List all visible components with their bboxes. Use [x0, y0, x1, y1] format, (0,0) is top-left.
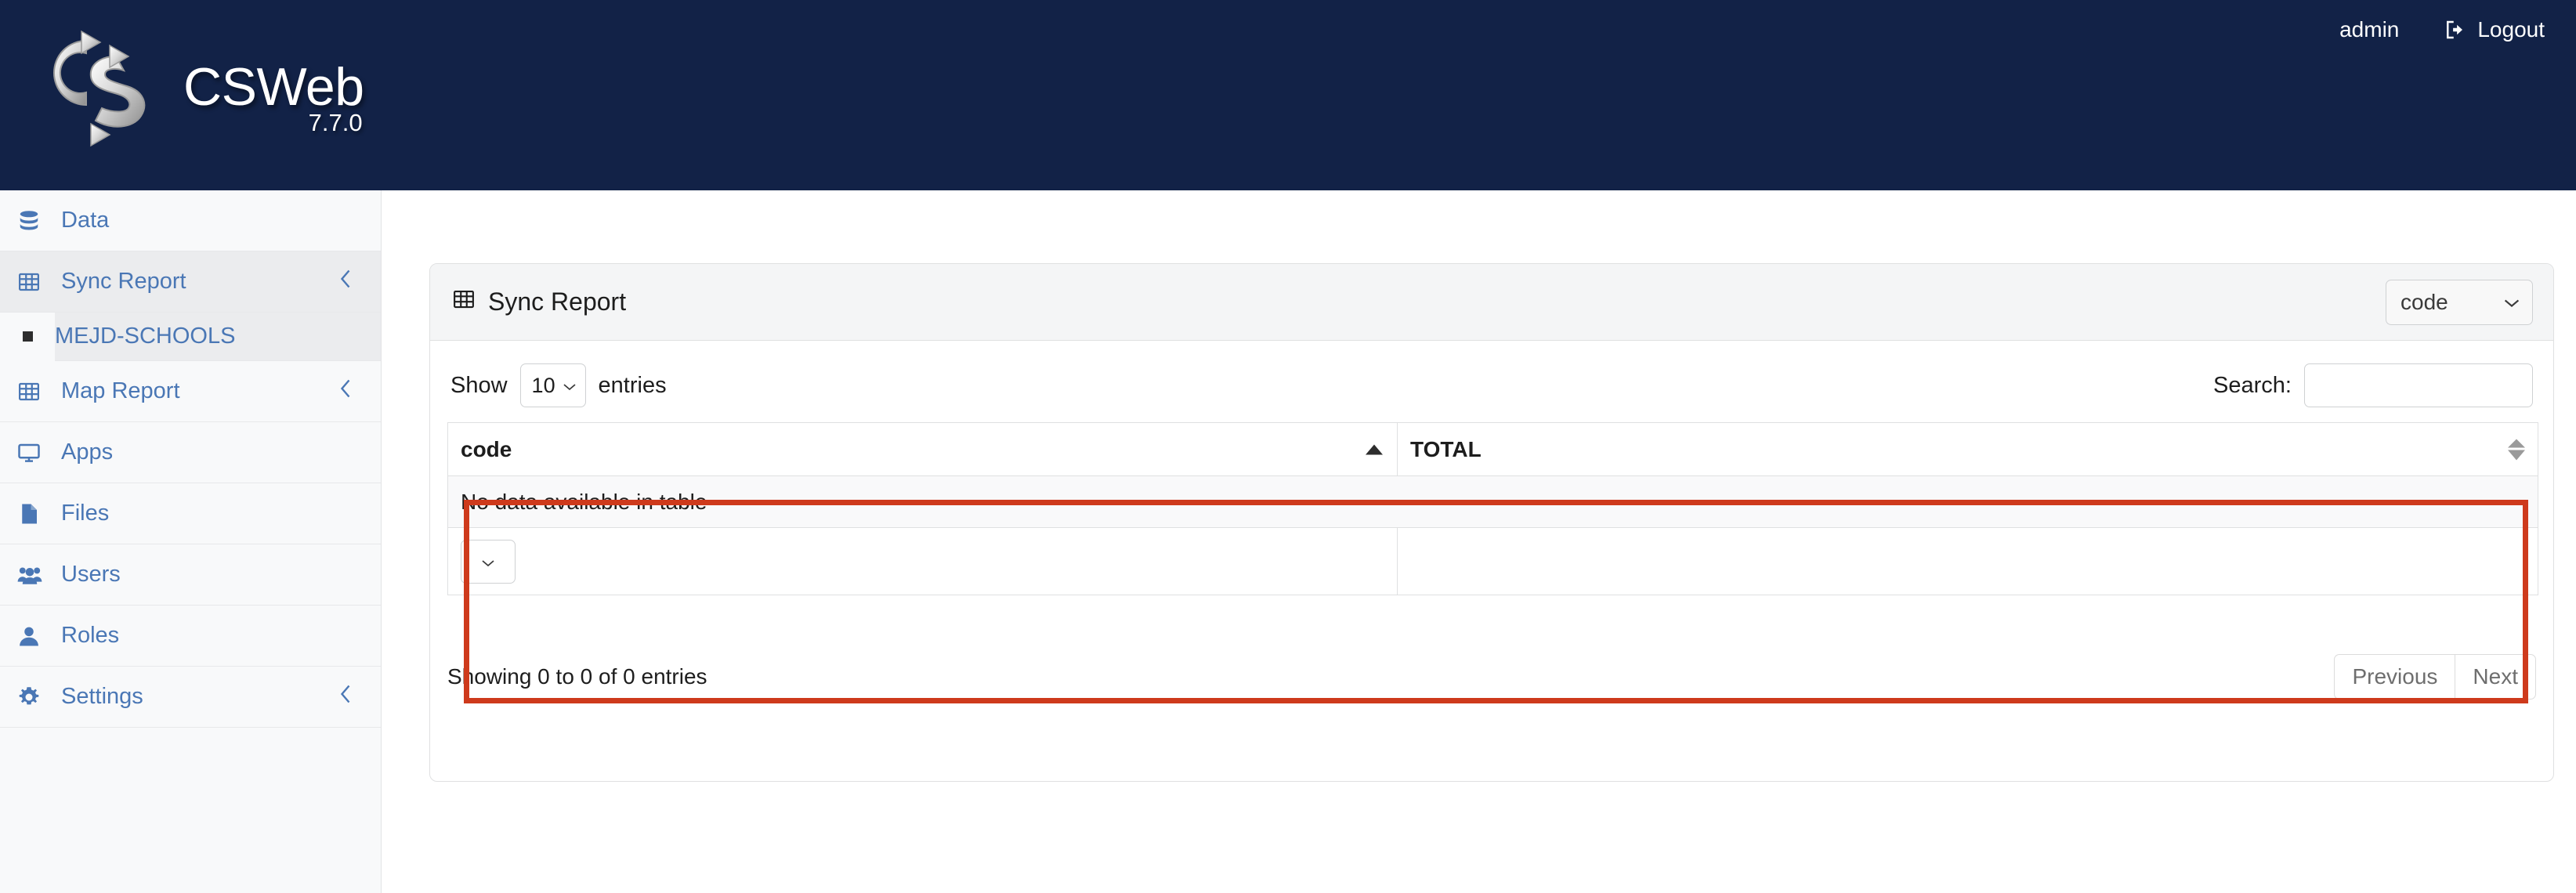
- length-control: Show 10 entries: [450, 363, 667, 407]
- sidebar-subitem-mejd-schools[interactable]: MEJD-SCHOOLS: [0, 312, 381, 361]
- table-empty-row: No data available in table: [447, 475, 2538, 528]
- sidebar-item-files[interactable]: Files: [0, 483, 381, 544]
- sidebar-item-label: Sync Report: [61, 269, 186, 294]
- footer-empty-cell: [1397, 527, 2538, 595]
- card-header: Sync Report code: [430, 264, 2553, 341]
- header-right-group: admin Logout: [2339, 17, 2545, 42]
- column-header-label: code: [461, 436, 512, 461]
- database-icon: [17, 209, 52, 233]
- sort-ascending-icon: [1366, 444, 1383, 454]
- sidebar-item-data[interactable]: Data: [0, 190, 381, 251]
- brand-name: CSWeb: [183, 57, 364, 117]
- chevron-down-icon: [562, 374, 577, 398]
- gear-icon: [17, 685, 52, 709]
- empty-message: No data available in table: [447, 475, 2538, 528]
- next-page-button[interactable]: Next: [2455, 654, 2536, 700]
- logout-button[interactable]: Logout: [2443, 17, 2545, 42]
- column-header-total[interactable]: TOTAL: [1397, 422, 2538, 476]
- brand-version: 7.7.0: [308, 109, 363, 136]
- sidebar-item-label: Roles: [61, 623, 120, 648]
- chevron-left-icon[interactable]: [337, 682, 354, 712]
- current-username: admin: [2339, 17, 2400, 42]
- length-label-before: Show: [450, 372, 508, 398]
- brand[interactable]: CSWeb 7.7.0: [14, 5, 364, 169]
- sidebar-subitem-label: MEJD-SCHOOLS: [55, 324, 236, 349]
- sidebar-item-users[interactable]: Users: [0, 544, 381, 606]
- length-label-after: entries: [598, 372, 667, 398]
- main-content: Sync Report code Show 10 entries Search:…: [382, 190, 2576, 893]
- table-icon: [17, 380, 52, 403]
- card-title-label: Sync Report: [488, 287, 627, 316]
- footer-column-select[interactable]: [461, 539, 516, 584]
- chevron-left-icon[interactable]: [337, 267, 354, 297]
- field-select[interactable]: code: [2386, 279, 2533, 325]
- sign-out-icon: [2443, 18, 2466, 42]
- sidebar: Data Sync Report MEJD-SCHOOLS Map Report…: [0, 190, 382, 893]
- previous-page-button[interactable]: Previous: [2334, 654, 2455, 700]
- sidebar-item-label: Map Report: [61, 378, 180, 403]
- table-header-row: code TOTAL: [447, 422, 2538, 476]
- app-header: CSWeb 7.7.0 admin Logout: [0, 0, 2576, 190]
- page-title: Sync Report: [452, 287, 626, 317]
- table-footer-row: [447, 527, 2538, 595]
- desktop-icon: [17, 441, 52, 465]
- logout-label: Logout: [2477, 17, 2545, 42]
- pagination: Previous Next: [2334, 654, 2536, 700]
- column-header-label: TOTAL: [1410, 436, 1482, 461]
- sync-report-table: code TOTAL No data available in table: [447, 422, 2538, 595]
- entries-info: Showing 0 to 0 of 0 entries: [447, 664, 707, 689]
- table-icon: [452, 287, 476, 317]
- footer-filter-cell: [447, 527, 1398, 595]
- sidebar-item-apps[interactable]: Apps: [0, 422, 381, 483]
- chevron-down-icon: [2502, 290, 2521, 315]
- table-icon: [17, 270, 52, 294]
- sidebar-item-label: Apps: [61, 439, 114, 465]
- file-icon: [17, 502, 52, 526]
- search-input[interactable]: [2304, 363, 2533, 407]
- user-icon: [17, 624, 52, 648]
- search-control: Search:: [2213, 363, 2533, 407]
- length-select[interactable]: 10: [519, 363, 586, 407]
- sync-report-card: Sync Report code Show 10 entries Search:…: [429, 263, 2554, 782]
- sidebar-item-roles[interactable]: Roles: [0, 606, 381, 667]
- card-body: Show 10 entries Search: code TOTAL No da…: [430, 341, 2553, 781]
- sidebar-item-map-report[interactable]: Map Report: [0, 361, 381, 422]
- chevron-down-icon: [480, 549, 496, 574]
- column-header-code[interactable]: code: [447, 422, 1398, 476]
- sidebar-item-label: Settings: [61, 684, 143, 709]
- sidebar-item-label: Files: [61, 501, 110, 526]
- field-select-value: code: [2401, 289, 2448, 314]
- sidebar-item-label: Users: [61, 562, 121, 587]
- search-label: Search:: [2213, 372, 2292, 398]
- sidebar-item-sync-report[interactable]: Sync Report: [0, 251, 381, 313]
- sort-unsorted-icon: [2508, 439, 2525, 460]
- datatable-footer: Showing 0 to 0 of 0 entries Previous Nex…: [447, 654, 2536, 700]
- csweb-logo-icon: [14, 5, 179, 169]
- sidebar-item-settings[interactable]: Settings: [0, 667, 381, 728]
- square-bullet-icon: [0, 312, 55, 361]
- chevron-left-icon[interactable]: [337, 377, 354, 407]
- datatable-controls: Show 10 entries Search:: [450, 361, 2533, 410]
- sidebar-item-label: Data: [61, 208, 110, 233]
- users-icon: [17, 563, 52, 587]
- length-select-value: 10: [531, 373, 555, 397]
